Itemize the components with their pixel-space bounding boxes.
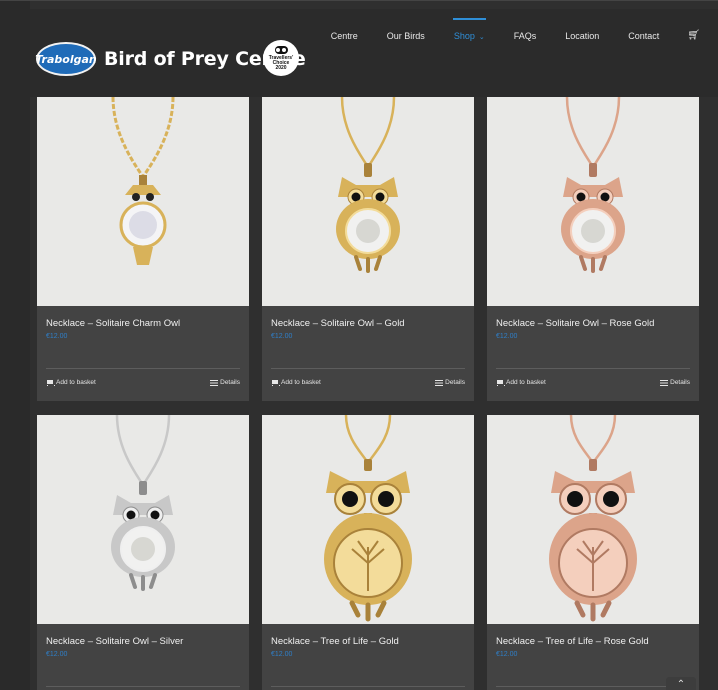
cart-icon[interactable]: 🛒︎ (687, 30, 700, 41)
product-info: Necklace – Solitaire Owl – Gold €12.00 A… (262, 306, 474, 401)
details-label: Details (670, 379, 690, 386)
divider (46, 686, 240, 687)
product-image[interactable] (487, 97, 699, 306)
product-title[interactable]: Necklace – Solitaire Charm Owl (46, 318, 240, 329)
cart-icon (46, 379, 55, 386)
chevron-up-icon: ⌃ (676, 679, 686, 690)
site-header: Trabolgan Bird of Prey Centre Travellers… (30, 9, 718, 97)
product-card-4: Necklace – Solitaire Owl – Silver €12.00… (37, 415, 249, 690)
nav-item-shop-label: Shop (453, 30, 475, 41)
details-button[interactable]: Details (660, 379, 690, 386)
product-info: Necklace – Solitaire Owl – Rose Gold €12… (487, 306, 699, 401)
badge-line3: 2020 (275, 64, 287, 71)
left-rail (0, 1, 30, 690)
product-price: €12.00 (271, 651, 293, 658)
solitaire-owl-pendant-icon (561, 97, 625, 273)
product-image[interactable] (37, 97, 249, 306)
charm-owl-pendant-icon (111, 97, 175, 265)
owl-icon (274, 45, 288, 54)
add-to-basket-label: Add to basket (281, 379, 321, 386)
divider (271, 368, 465, 369)
product-card-1: Necklace – Solitaire Charm Owl €12.00 Ad… (37, 97, 249, 401)
product-image[interactable] (262, 415, 474, 624)
add-to-basket-button[interactable]: Add to basket (46, 379, 96, 386)
divider (496, 686, 690, 687)
product-title[interactable]: Necklace – Solitaire Owl – Gold (271, 318, 465, 329)
nav-item-location[interactable]: Location (565, 31, 599, 41)
product-card-6: Necklace – Tree of Life – Rose Gold €12.… (487, 415, 699, 690)
tree-owl-pendant-icon (324, 415, 412, 622)
add-to-basket-button[interactable]: Add to basket (271, 379, 321, 386)
solitaire-owl-pendant-icon (111, 415, 175, 591)
product-title[interactable]: Necklace – Tree of Life – Rose Gold (496, 636, 690, 647)
travellers-choice-badge: Travellers' Choice 2020 (263, 40, 299, 76)
product-price: €12.00 (271, 333, 293, 340)
nav-item-our-birds[interactable]: Our Birds (387, 31, 425, 41)
list-icon (210, 379, 219, 386)
add-to-basket-label: Add to basket (56, 379, 96, 386)
product-title[interactable]: Necklace – Solitaire Owl – Rose Gold (496, 318, 690, 329)
product-image[interactable] (487, 415, 699, 624)
nav-item-shop[interactable]: Shop ⌄ (452, 17, 486, 41)
product-info: Necklace – Solitaire Owl – Silver €12.00… (37, 624, 249, 690)
product-info: Necklace – Solitaire Charm Owl €12.00 Ad… (37, 306, 249, 401)
chevron-down-icon: ⌄ (478, 33, 485, 41)
product-info: Necklace – Tree of Life – Gold €12.00 Ad… (262, 624, 474, 690)
product-card-3: Necklace – Solitaire Owl – Rose Gold €12… (487, 97, 699, 401)
product-price: €12.00 (46, 333, 68, 340)
details-label: Details (220, 379, 240, 386)
product-title[interactable]: Necklace – Solitaire Owl – Silver (46, 636, 240, 647)
main-nav: Centre Our Birds Shop ⌄ FAQs Location Con… (302, 17, 700, 41)
add-to-basket-label: Add to basket (506, 379, 546, 386)
list-icon (435, 379, 444, 386)
scroll-to-top-button[interactable]: ⌃ (666, 677, 696, 690)
product-price: €12.00 (496, 333, 518, 340)
details-button[interactable]: Details (210, 379, 240, 386)
nav-item-centre[interactable]: Centre (331, 31, 358, 41)
details-label: Details (445, 379, 465, 386)
product-price: €12.00 (496, 651, 518, 658)
product-actions: Add to basket Details (496, 379, 690, 386)
divider (46, 368, 240, 369)
nav-item-faqs[interactable]: FAQs (514, 31, 537, 41)
divider (496, 368, 690, 369)
details-button[interactable]: Details (435, 379, 465, 386)
cart-icon (496, 379, 505, 386)
add-to-basket-button[interactable]: Add to basket (496, 379, 546, 386)
product-actions: Add to basket Details (271, 379, 465, 386)
product-card-2: Necklace – Solitaire Owl – Gold €12.00 A… (262, 97, 474, 401)
logo-text: Trabolgan (35, 52, 97, 66)
tree-owl-pendant-icon (549, 415, 637, 622)
cart-icon (271, 379, 280, 386)
nav-item-contact[interactable]: Contact (628, 31, 659, 41)
product-actions: Add to basket Details (46, 379, 240, 386)
product-image[interactable] (37, 415, 249, 624)
product-image[interactable] (262, 97, 474, 306)
product-title[interactable]: Necklace – Tree of Life – Gold (271, 636, 465, 647)
product-card-5: Necklace – Tree of Life – Gold €12.00 Ad… (262, 415, 474, 690)
solitaire-owl-pendant-icon (336, 97, 400, 273)
page: Trabolgan Bird of Prey Centre Travellers… (0, 0, 718, 690)
list-icon (660, 379, 669, 386)
product-price: €12.00 (46, 651, 68, 658)
divider (271, 686, 465, 687)
trabolgan-logo[interactable]: Trabolgan (35, 42, 97, 76)
